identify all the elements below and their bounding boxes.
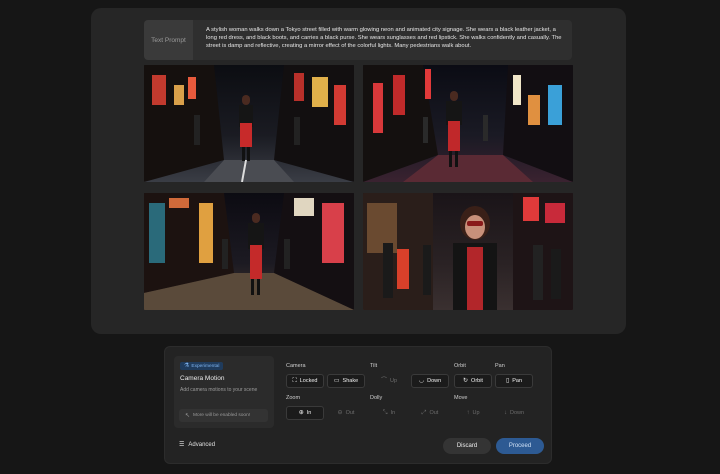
- arrow-down-icon: ↓: [503, 410, 507, 416]
- orbit-label: Orbit: [471, 378, 483, 384]
- zoom-in-icon: ⊕: [298, 410, 304, 416]
- proceed-button[interactable]: Proceed: [496, 438, 544, 454]
- tilt-up-label: Up: [389, 378, 398, 384]
- camera-shake-button[interactable]: ▭ Shake: [327, 374, 365, 388]
- tilt-up-button[interactable]: ⌒ Up: [370, 374, 408, 388]
- orbit-button[interactable]: ↻ Orbit: [454, 374, 492, 388]
- flask-icon: ⚗: [184, 363, 190, 369]
- camera-motion-title: Camera Motion: [180, 375, 225, 382]
- street-scene-image: [363, 65, 573, 182]
- move-up-label: Up: [472, 410, 480, 416]
- camera-motion-card: ⚗ Experimental Camera Motion Add camera …: [174, 356, 274, 428]
- dolly-in-icon: ⤡: [382, 410, 388, 416]
- advanced-label: Advanced: [188, 442, 216, 448]
- generated-image-3[interactable]: [144, 193, 354, 310]
- orbit-icon: ↻: [463, 378, 469, 384]
- discard-button[interactable]: Discard: [443, 438, 491, 454]
- tilt-down-button[interactable]: ◡ Down: [411, 374, 449, 388]
- text-prompt-content: A stylish woman walks down a Tokyo stree…: [206, 27, 562, 49]
- zoom-out-label: Out: [345, 410, 355, 416]
- generated-image-1[interactable]: [144, 65, 354, 182]
- dolly-group-label: Dolly: [370, 395, 383, 401]
- dolly-out-button[interactable]: ⤢ Out: [411, 406, 449, 420]
- text-prompt-row: Text Prompt A stylish woman walks down a…: [144, 20, 572, 60]
- pan-icon: ▯: [505, 378, 510, 384]
- street-scene-image: [144, 65, 354, 182]
- camera-shake-label: Shake: [342, 378, 359, 384]
- tilt-down-icon: ◡: [418, 378, 425, 384]
- camera-locked-label: Locked: [299, 378, 318, 384]
- move-down-button[interactable]: ↓ Down: [495, 406, 533, 420]
- tilt-down-label: Down: [427, 378, 442, 384]
- experimental-badge: ⚗ Experimental: [180, 362, 224, 370]
- tilt-group-label: Tilt: [370, 363, 378, 369]
- generated-image-4[interactable]: [363, 193, 573, 310]
- cursor-icon: ↖: [185, 412, 191, 419]
- orbit-group-label: Orbit: [454, 363, 466, 369]
- generation-panel: Text Prompt A stylish woman walks down a…: [91, 8, 626, 334]
- move-down-label: Down: [509, 410, 525, 416]
- dolly-in-label: In: [390, 410, 396, 416]
- zoom-in-label: In: [306, 410, 312, 416]
- street-scene-image: [363, 193, 573, 310]
- dolly-in-button[interactable]: ⤡ In: [370, 406, 408, 420]
- street-scene-image: [144, 193, 354, 310]
- zoom-group-label: Zoom: [286, 395, 301, 401]
- zoom-in-button[interactable]: ⊕ In: [286, 406, 324, 420]
- move-up-button[interactable]: ↑ Up: [454, 406, 492, 420]
- pan-label: Pan: [512, 378, 523, 384]
- experimental-badge-label: Experimental: [191, 363, 220, 369]
- camera-group-label: Camera: [286, 363, 306, 369]
- coming-soon-note: ↖ More will be enabled soon!: [179, 409, 268, 422]
- tilt-up-icon: ⌒: [380, 378, 387, 384]
- shake-icon: ▭: [333, 378, 340, 384]
- generated-image-2[interactable]: [363, 65, 573, 182]
- advanced-button[interactable]: ☰ Advanced: [179, 442, 215, 448]
- lock-frame-icon: ⛶: [292, 378, 297, 384]
- camera-motion-subtitle: Add camera motions to your scene: [180, 387, 258, 393]
- text-prompt-label: Text Prompt: [144, 20, 193, 60]
- sliders-icon: ☰: [179, 442, 185, 448]
- arrow-up-icon: ↑: [466, 410, 470, 416]
- pan-button[interactable]: ▯ Pan: [495, 374, 533, 388]
- camera-motion-controls: ⚗ Experimental Camera Motion Add camera …: [164, 346, 552, 464]
- zoom-out-button[interactable]: ⊖ Out: [327, 406, 365, 420]
- dolly-out-label: Out: [429, 410, 439, 416]
- dolly-out-icon: ⤢: [421, 410, 427, 416]
- pan-group-label: Pan: [495, 363, 505, 369]
- coming-soon-text: More will be enabled soon!: [193, 413, 251, 418]
- zoom-out-icon: ⊖: [337, 410, 343, 416]
- camera-locked-button[interactable]: ⛶ Locked: [286, 374, 324, 388]
- move-group-label: Move: [454, 395, 468, 401]
